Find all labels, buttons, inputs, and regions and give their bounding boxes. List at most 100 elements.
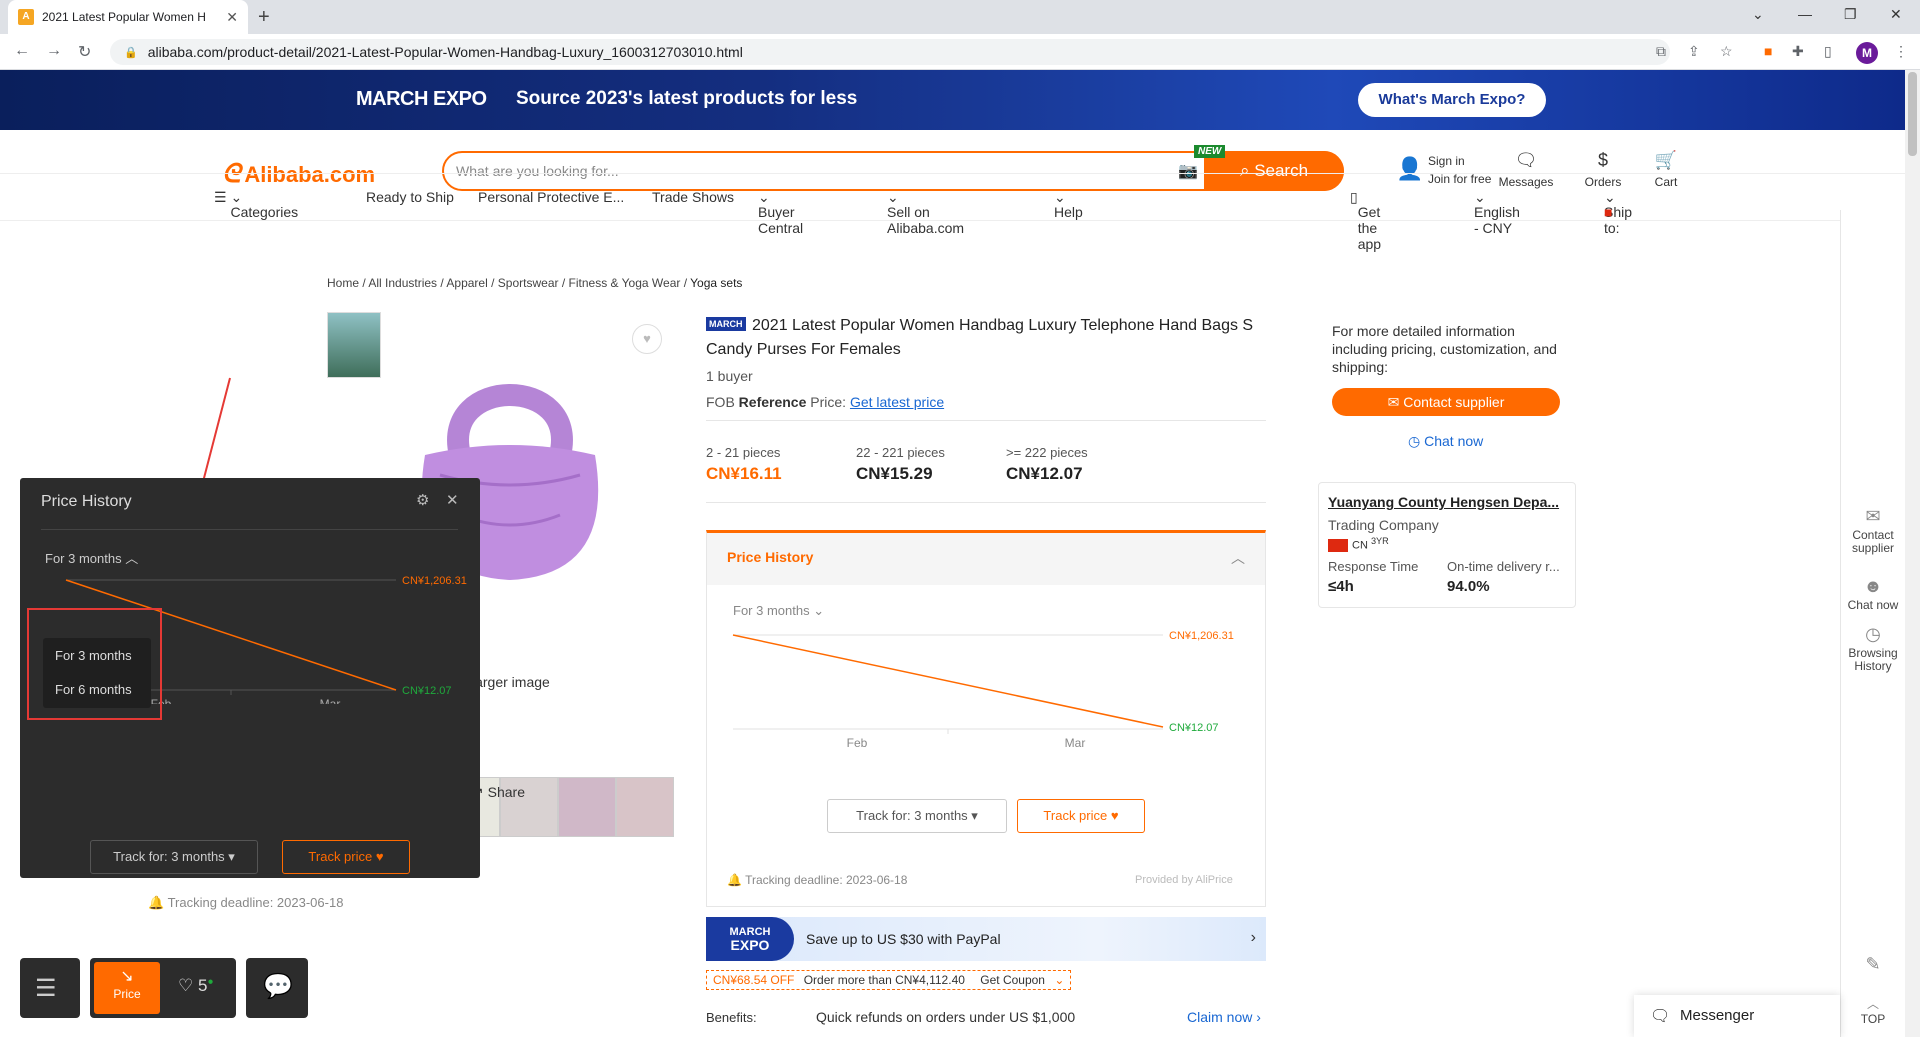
tab-search-icon[interactable]: ⌄ bbox=[1752, 6, 1764, 23]
supplier-name[interactable]: Yuanyang County Hengsen Depa... bbox=[1328, 494, 1559, 510]
nav-buyer-central[interactable]: Buyer Central ⌄ bbox=[758, 189, 803, 236]
x-tick-label: Feb bbox=[847, 736, 868, 750]
rail-top[interactable]: ︿ TOP bbox=[1841, 998, 1905, 1026]
price-tab[interactable]: ↘ Price bbox=[94, 962, 160, 1014]
aliprice-extension-icon[interactable]: ■ bbox=[1764, 43, 1772, 59]
supplier-country: CN 3YR bbox=[1328, 536, 1389, 553]
orders-icon: $ bbox=[1597, 150, 1608, 170]
nav-help[interactable]: Help ⌄ bbox=[1054, 189, 1083, 220]
gallery-thumbnail-active[interactable] bbox=[327, 312, 381, 378]
track-price-button[interactable]: Track price ♥ bbox=[1017, 799, 1145, 833]
coupon-bar[interactable]: CN¥68.54 OFF Order more than CN¥4,112.40… bbox=[706, 970, 1072, 990]
crumb-sportswear[interactable]: Sportswear bbox=[498, 276, 559, 290]
browser-menu-icon[interactable]: ⋮ bbox=[1894, 43, 1908, 60]
fob-price: FOB Reference Price: Get latest price bbox=[706, 394, 945, 410]
language-select[interactable]: English - CNY ⌄ bbox=[1474, 189, 1520, 236]
min-price-label: CN¥12.07 bbox=[402, 685, 452, 697]
panel-track-price-button[interactable]: Track price ♥ bbox=[282, 840, 410, 874]
crumb-all-industries[interactable]: All Industries bbox=[368, 276, 437, 290]
divider bbox=[706, 502, 1266, 503]
get-latest-price-link[interactable]: Get latest price bbox=[850, 394, 944, 410]
site-favicon-icon: A bbox=[18, 9, 34, 25]
march-expo-logo: MARCH EXPO bbox=[706, 917, 794, 961]
nav-ppe[interactable]: Personal Protective E... bbox=[478, 189, 624, 205]
x-tick-label: Mar bbox=[1065, 736, 1086, 750]
minimize-icon[interactable]: — bbox=[1798, 6, 1812, 22]
extensions-puzzle-icon[interactable]: ✚ bbox=[1792, 43, 1804, 60]
forward-icon[interactable]: → bbox=[46, 42, 62, 60]
china-flag-icon bbox=[1328, 539, 1348, 553]
window-close-icon[interactable]: ✕ bbox=[1890, 6, 1902, 23]
price-tier: 2 - 21 pieces CN¥16.11 bbox=[706, 445, 782, 483]
new-tab-icon[interactable]: + bbox=[258, 6, 270, 29]
gallery-thumbnail[interactable] bbox=[616, 777, 674, 837]
favorites-count[interactable]: ♡ 5● bbox=[178, 976, 214, 996]
restore-icon[interactable]: ❐ bbox=[1844, 6, 1857, 23]
price-trend-icon: ↘ bbox=[120, 968, 134, 985]
nav-sell[interactable]: Sell on Alibaba.com ⌄ bbox=[887, 189, 964, 236]
scrollbar-thumb[interactable] bbox=[1908, 72, 1917, 156]
right-rail: ✉ Contact supplier ☻ Chat now ◷ Browsing Hi… bbox=[1840, 210, 1905, 1037]
crumb-home[interactable]: Home bbox=[327, 276, 359, 290]
crumb-yoga-sets[interactable]: Yoga sets bbox=[690, 276, 742, 290]
collapse-chevron-icon[interactable]: ︿ bbox=[1231, 548, 1245, 568]
rail-chat-now[interactable]: ☻ Chat now bbox=[1841, 577, 1905, 612]
panel-title: Price History bbox=[41, 493, 132, 510]
heart-icon: ♡ bbox=[178, 976, 194, 995]
reload-icon[interactable]: ↻ bbox=[78, 42, 91, 62]
messenger-button[interactable]: 🗨 Messenger bbox=[1634, 995, 1840, 1037]
address-toolbar: ← → ↻ 🔒 alibaba.com/product-detail/2021-… bbox=[0, 34, 1920, 70]
menu-icon: ☰ bbox=[35, 975, 57, 1002]
ship-to-select[interactable]: Ship to: ■ ⌄ bbox=[1604, 189, 1632, 236]
march-expo-banner[interactable]: MARCH EXPO Source 2023's latest products… bbox=[0, 70, 1905, 130]
rail-contact-supplier[interactable]: ✉ Contact supplier bbox=[1841, 507, 1905, 555]
march-expo-button[interactable]: What's March Expo? bbox=[1358, 83, 1546, 117]
price-history-card: Price History ︿ For 3 months ⌄ CN¥1,206.… bbox=[706, 530, 1266, 907]
crumb-fitness[interactable]: Fitness & Yoga Wear bbox=[569, 276, 681, 290]
buyer-count: 1 buyer bbox=[706, 368, 753, 384]
claim-now-link[interactable]: Claim now › bbox=[1187, 1009, 1261, 1025]
range-select[interactable]: For 3 months ⌄ bbox=[733, 603, 824, 619]
supplier-card: Yuanyang County Hengsen Depa... Trading … bbox=[1318, 482, 1576, 608]
track-for-select[interactable]: Track for: 3 months ▾ bbox=[827, 799, 1007, 833]
rail-browsing-history[interactable]: ◷ Browsing History bbox=[1841, 624, 1905, 673]
close-icon[interactable]: ✕ bbox=[446, 491, 459, 509]
translate-icon[interactable]: ⧉ bbox=[1656, 43, 1666, 60]
panel-chat-button[interactable]: 💬 bbox=[246, 958, 308, 1018]
arrow-up-icon: ︿ bbox=[1866, 997, 1879, 1011]
chat-now-link[interactable]: ◷ Chat now bbox=[1408, 433, 1483, 450]
browser-tab[interactable]: A 2021 Latest Popular Women H ✕ bbox=[8, 0, 248, 34]
price-series-line bbox=[732, 634, 1164, 728]
share-icon[interactable]: ⇪ bbox=[1688, 43, 1700, 60]
max-price-label: CN¥1,206.31 bbox=[1169, 630, 1234, 642]
settings-gear-icon[interactable]: ⚙ bbox=[416, 491, 429, 509]
sidepanel-icon[interactable]: ▯ bbox=[1824, 43, 1832, 60]
x-tick-label: Mar bbox=[320, 697, 341, 704]
price-history-header[interactable]: Price History ︿ bbox=[707, 533, 1265, 585]
categories-menu[interactable]: ☰ Categories ⌄ bbox=[214, 189, 298, 220]
gallery-thumbnail[interactable] bbox=[558, 777, 616, 837]
get-app-link[interactable]: ▯ Get the app bbox=[1350, 189, 1381, 252]
url-bar[interactable]: 🔒 alibaba.com/product-detail/2021-Latest… bbox=[110, 39, 1670, 65]
get-coupon-button[interactable]: Get Coupon ⌄ bbox=[974, 973, 1064, 987]
price-tier: 22 - 221 pieces CN¥15.29 bbox=[856, 445, 945, 483]
panel-menu-button[interactable]: ☰ bbox=[20, 958, 80, 1018]
close-tab-icon[interactable]: ✕ bbox=[226, 9, 238, 26]
price-history-title: Price History bbox=[727, 549, 814, 565]
panel-track-for-select[interactable]: Track for: 3 months ▾ bbox=[90, 840, 258, 874]
banner-event: MARCH EXPO bbox=[356, 88, 487, 110]
china-flag-icon: ■ bbox=[1604, 204, 1613, 220]
paypal-promo[interactable]: MARCH EXPO Save up to US $30 with PayPal … bbox=[706, 917, 1266, 961]
profile-avatar[interactable]: M bbox=[1856, 42, 1878, 64]
favorite-heart-icon[interactable]: ♥ bbox=[632, 324, 662, 354]
nav-ready-to-ship[interactable]: Ready to Ship bbox=[366, 189, 454, 205]
nav-trade-shows[interactable]: Trade Shows bbox=[652, 189, 734, 205]
page-scrollbar[interactable] bbox=[1905, 70, 1920, 1037]
history-icon: ◷ bbox=[1865, 624, 1881, 644]
contact-supplier-button[interactable]: ✉ Contact supplier bbox=[1332, 388, 1560, 416]
bookmark-star-icon[interactable]: ☆ bbox=[1720, 43, 1733, 60]
paypal-text: Save up to US $30 with PayPal bbox=[806, 931, 1001, 947]
rail-feedback[interactable]: ✎ bbox=[1841, 955, 1905, 977]
crumb-apparel[interactable]: Apparel bbox=[446, 276, 487, 290]
back-icon[interactable]: ← bbox=[14, 42, 30, 60]
